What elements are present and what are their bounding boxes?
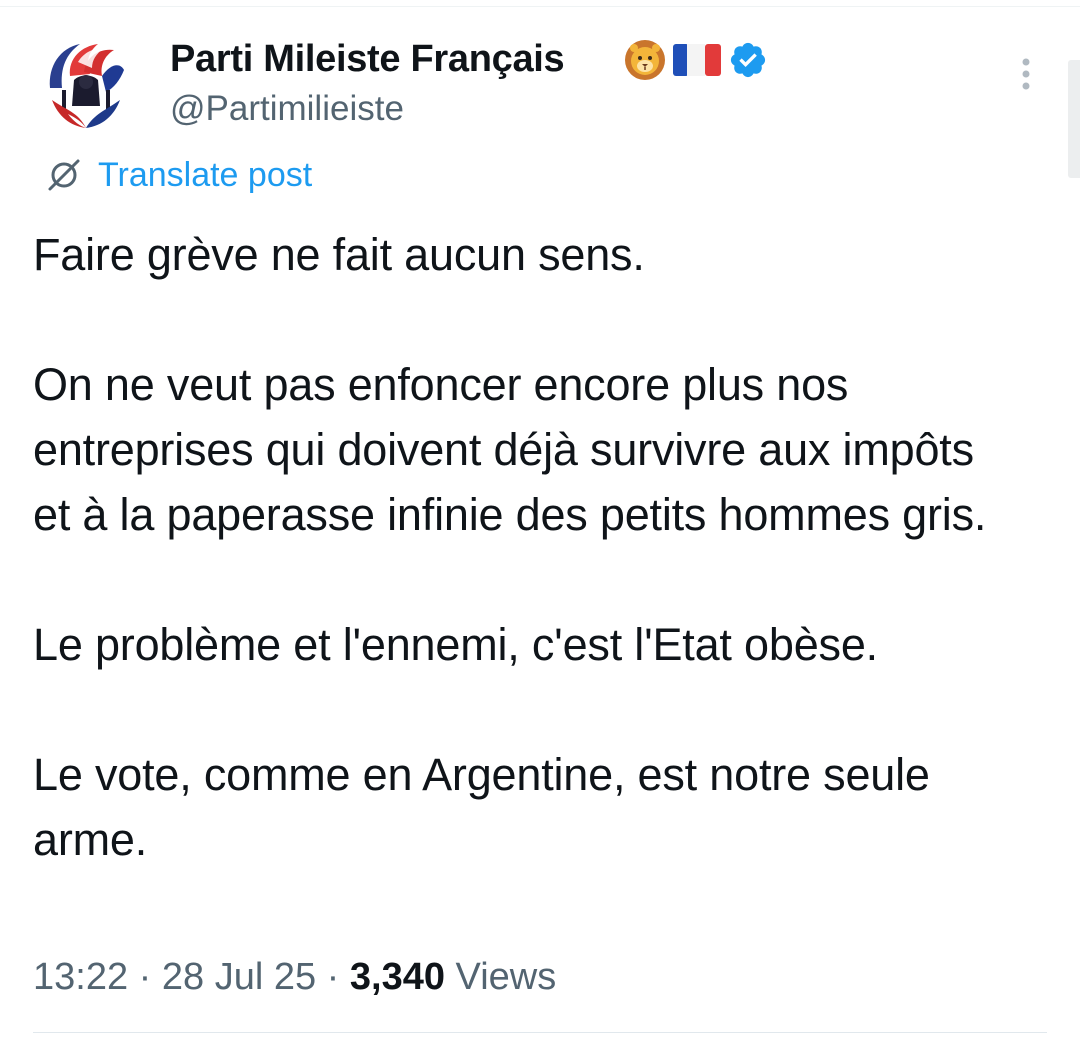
- verified-badge-icon: [730, 42, 766, 78]
- more-options-button[interactable]: [1008, 52, 1044, 96]
- post-meta: 13:22 · 28 Jul 25 · 3,340 Views: [33, 952, 556, 1002]
- translate-post-label[interactable]: Translate post: [98, 154, 312, 196]
- translate-icon: [48, 159, 80, 191]
- france-flag-icon: [673, 44, 721, 76]
- views-count: 3,340: [349, 956, 445, 998]
- scrollbar[interactable]: [1068, 60, 1080, 178]
- views-label: Views: [455, 956, 557, 998]
- lion-emoji-icon: [625, 40, 665, 80]
- vertical-ellipsis-icon: [1022, 58, 1030, 90]
- post-paragraph: Le problème et l'ennemi, c'est l'Etat ob…: [33, 619, 878, 670]
- post-paragraph: On ne veut pas enfoncer encore plus nos …: [33, 359, 987, 540]
- avatar[interactable]: [40, 36, 132, 128]
- post-time[interactable]: 13:22: [33, 956, 128, 998]
- post-paragraph: Faire grève ne fait aucun sens.: [33, 229, 645, 280]
- translate-post-link[interactable]: Translate post: [44, 154, 312, 196]
- meta-separator: ·: [138, 956, 152, 998]
- post-paragraph: Le vote, comme en Argentine, est notre s…: [33, 749, 930, 865]
- party-logo-icon: [40, 36, 132, 128]
- display-name[interactable]: Parti Mileiste Français: [170, 36, 565, 82]
- top-divider: [0, 6, 1080, 7]
- handle[interactable]: @Partimilieiste: [170, 86, 404, 132]
- meta-separator: ·: [326, 956, 340, 998]
- post-text: Faire grève ne fait aucun sens. On ne ve…: [33, 222, 1033, 872]
- name-badges: [624, 38, 768, 82]
- post-date[interactable]: 28 Jul 25: [162, 956, 316, 998]
- bottom-divider: [33, 1032, 1047, 1033]
